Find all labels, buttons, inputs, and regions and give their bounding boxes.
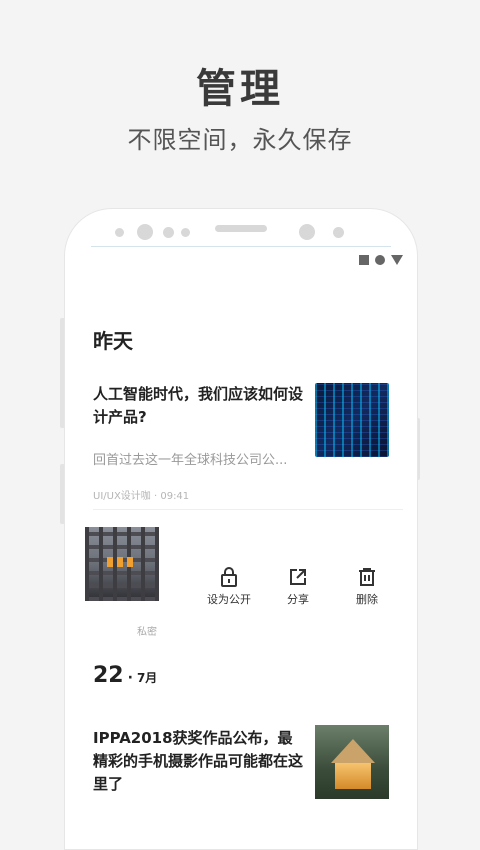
share-button[interactable]: 分享 xyxy=(268,567,328,607)
set-public-button[interactable]: 设为公开 xyxy=(199,567,259,607)
date-separator: · xyxy=(127,670,133,686)
sensor-dot xyxy=(163,227,174,238)
lock-icon xyxy=(221,567,237,587)
item-thumbnail[interactable] xyxy=(85,527,159,601)
date-month: 7月 xyxy=(136,671,158,685)
status-bar xyxy=(359,254,403,266)
article-card[interactable]: IPPA2018获奖作品公布，最精彩的手机摄影作品可能都在这里了 xyxy=(65,719,417,849)
page-subtitle: 不限空间，永久保存 xyxy=(127,126,353,154)
privacy-label: 私密 xyxy=(137,627,157,638)
date-header: 22 · 7月 xyxy=(93,663,157,688)
article-excerpt: 回首过去这一年全球科技公司公... xyxy=(93,453,288,468)
date-day: 22 xyxy=(93,663,124,688)
delete-button[interactable]: 删除 xyxy=(337,567,397,607)
sensor-dot xyxy=(181,228,190,237)
article-thumbnail xyxy=(315,383,389,457)
phone-speaker xyxy=(215,225,267,232)
sensor-dot xyxy=(115,228,124,237)
share-icon xyxy=(290,569,306,585)
square-icon xyxy=(359,255,369,265)
article-title: IPPA2018获奖作品公布，最精彩的手机摄影作品可能都在这里了 xyxy=(93,729,304,793)
page-title: 管理 xyxy=(196,66,284,112)
article-title: 人工智能时代，我们应该如何设计产品? xyxy=(93,385,304,426)
swiped-item: 私密 设为公开 分享 删除 xyxy=(65,525,417,638)
triangle-icon xyxy=(391,255,403,265)
share-label: 分享 xyxy=(287,593,309,606)
sensor-dot xyxy=(333,227,344,238)
phone-frame: 昨天 人工智能时代，我们应该如何设计产品? 回首过去这一年全球科技公司公... … xyxy=(64,208,418,850)
section-header: 昨天 xyxy=(93,329,133,353)
trash-icon xyxy=(359,568,375,586)
screen-edge xyxy=(91,246,391,247)
delete-label: 删除 xyxy=(356,593,378,606)
sensor-dot xyxy=(299,224,315,240)
set-public-label: 设为公开 xyxy=(207,593,251,606)
article-meta: UI/UX设计咖 · 09:41 xyxy=(93,491,190,502)
article-card[interactable]: 人工智能时代，我们应该如何设计产品? 回首过去这一年全球科技公司公... UI/… xyxy=(65,369,417,509)
front-camera xyxy=(137,224,153,240)
article-thumbnail xyxy=(315,725,389,799)
circle-icon xyxy=(375,255,385,265)
divider xyxy=(93,509,403,510)
